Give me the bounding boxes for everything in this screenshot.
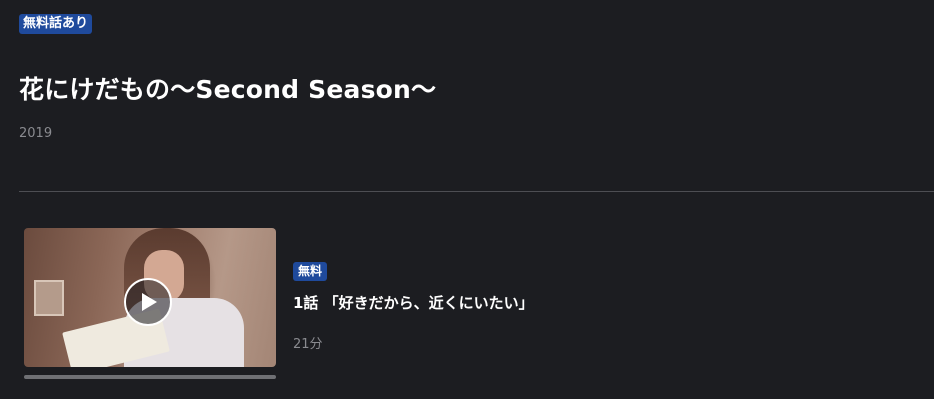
series-title: 花にけだもの〜Second Season〜: [19, 75, 437, 104]
episode-thumbnail[interactable]: [24, 228, 276, 367]
release-year: 2019: [19, 126, 53, 141]
episode-title[interactable]: 1話 「好きだから、近くにいたい」: [293, 292, 534, 313]
episode-free-badge: 無料: [293, 262, 328, 281]
free-episodes-badge: 無料話あり: [19, 14, 93, 34]
play-icon: [142, 293, 157, 311]
thumbnail-wall-frame: [34, 280, 64, 316]
episode-duration: 21分: [293, 337, 323, 352]
section-divider: [19, 191, 934, 192]
play-button[interactable]: [124, 278, 172, 326]
watch-progress-bar: [24, 375, 276, 379]
